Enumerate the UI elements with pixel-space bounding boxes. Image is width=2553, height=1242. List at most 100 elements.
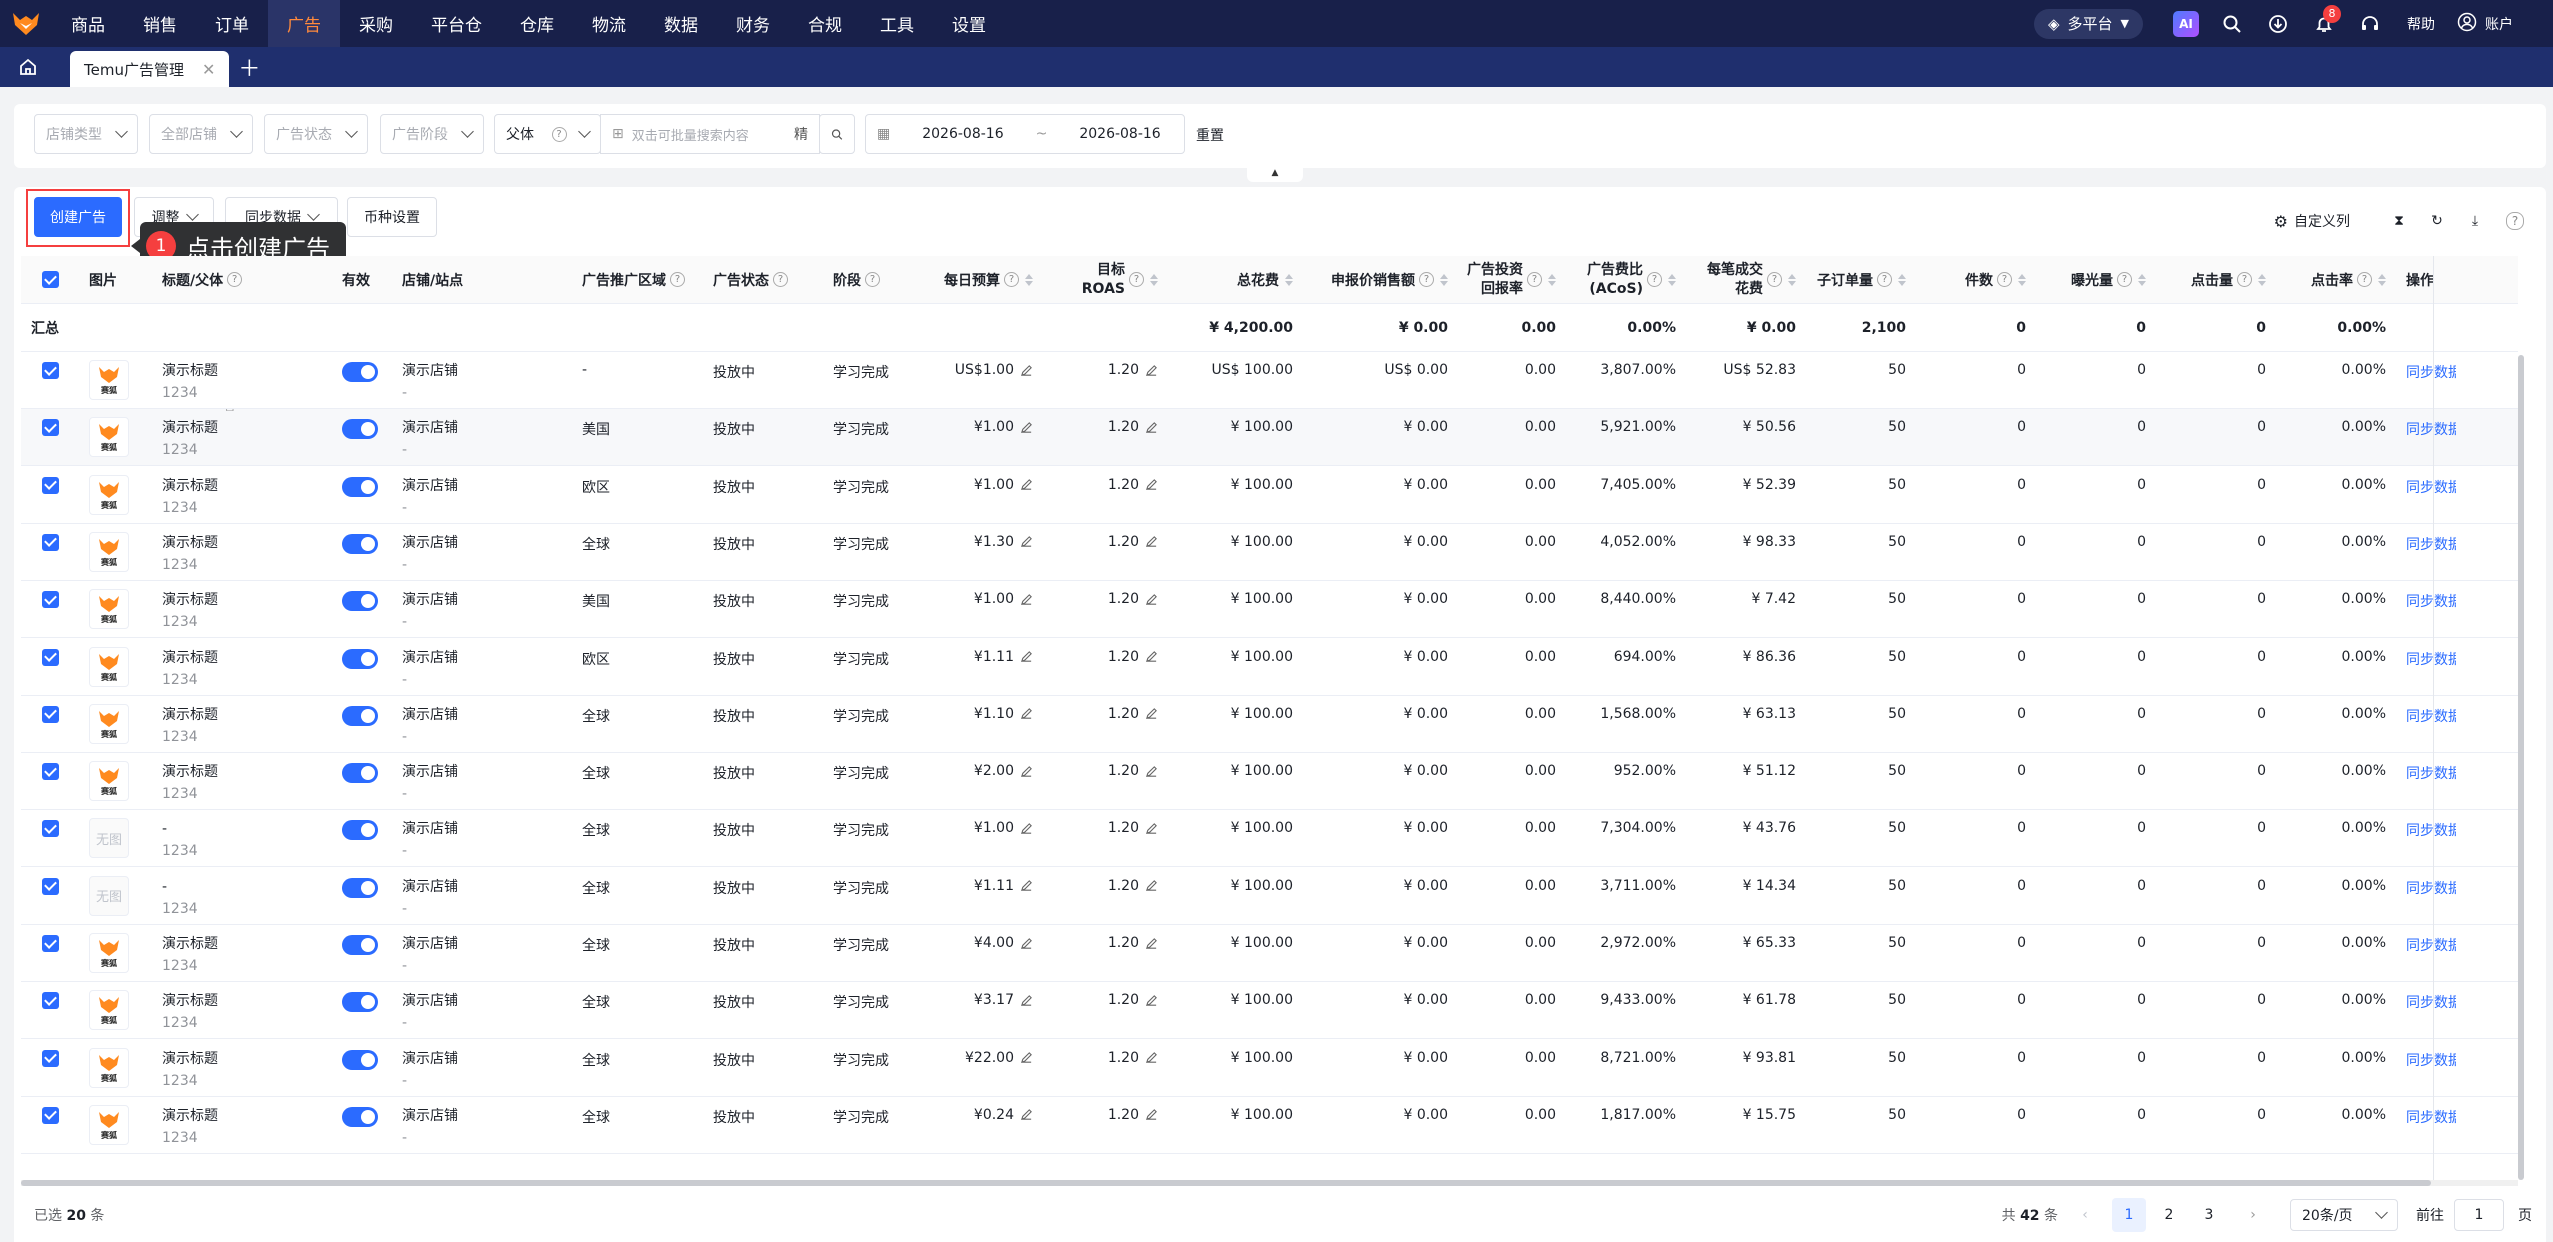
col-budget[interactable]: 每日预算? [928, 256, 1043, 303]
table-row[interactable]: 赛狐 演示标题 1234 演示店铺 - - 投放中 学习完成 US$1.00 1.20 US$ 10… [21, 352, 2518, 409]
search-input[interactable]: ⊞ 双击可批量搜索内容 精 [600, 114, 820, 154]
shop-type-select[interactable]: 店铺类型 [34, 114, 138, 154]
search-button[interactable] [819, 114, 855, 154]
row-checkbox[interactable] [41, 591, 59, 609]
menu-item[interactable]: 数据 [645, 0, 717, 47]
table-row[interactable]: 无图 - 1234 演示店铺 - 全球 投放中 学习完成 ¥1.00 1.20 ¥ 100.00 ¥ … [21, 810, 2518, 868]
export-icon[interactable]: ⤓ [2456, 198, 2494, 245]
col-acos[interactable]: 广告费比 (ACoS)? [1566, 256, 1686, 303]
menu-item[interactable]: 设置 [933, 0, 1005, 47]
valid-toggle[interactable] [342, 362, 378, 382]
table-row[interactable]: 赛狐 演示标题 1234 演示店铺 - 全球 投放中 学习完成 ¥2.00 1.20 ¥ 100.0… [21, 753, 2518, 811]
prev-page-button[interactable]: ‹ [2068, 1198, 2102, 1232]
menu-item[interactable]: 订单 [196, 0, 268, 47]
product-thumbnail[interactable]: 赛狐 [89, 417, 129, 458]
next-page-button[interactable]: › [2236, 1198, 2270, 1232]
col-roas[interactable]: 目标 ROAS? [1043, 256, 1168, 303]
sync-data-link[interactable]: 同步数据 [2406, 1107, 2456, 1127]
parent-select[interactable]: 父体? [494, 114, 601, 154]
custom-columns-button[interactable]: ⚙ 自定义列 [2274, 211, 2350, 231]
menu-item[interactable]: 商品 [52, 0, 124, 47]
col-sales[interactable]: 申报价销售额? [1303, 256, 1458, 303]
menu-item[interactable]: 合规 [789, 0, 861, 47]
menu-item[interactable]: 销售 [124, 0, 196, 47]
goto-page-input[interactable]: 1 [2454, 1199, 2504, 1231]
row-checkbox[interactable] [41, 533, 59, 551]
product-thumbnail[interactable]: 赛狐 [89, 990, 129, 1031]
valid-toggle[interactable] [342, 1106, 378, 1127]
vertical-scrollbar[interactable] [2518, 355, 2524, 1180]
sync-data-link[interactable]: 同步数据 [2406, 362, 2456, 382]
sync-data-link[interactable]: 同步数据 [2406, 763, 2456, 783]
valid-toggle[interactable] [342, 877, 378, 898]
exact-toggle[interactable]: 精 [794, 124, 808, 144]
product-thumbnail[interactable]: 赛狐 [89, 1104, 129, 1145]
valid-toggle[interactable] [342, 533, 378, 554]
collapse-filter-button[interactable]: ▲ [1247, 168, 1303, 182]
help-link[interactable]: 帮助 [2407, 14, 2435, 34]
product-thumbnail[interactable]: 赛狐 [89, 360, 129, 400]
horizontal-scrollbar[interactable] [21, 1180, 2518, 1186]
refresh-icon[interactable]: ↻ [2418, 198, 2456, 245]
add-tab-button[interactable]: ＋ [229, 47, 269, 87]
col-cpa[interactable]: 每笔成交 花费? [1686, 256, 1806, 303]
table-row[interactable]: 赛狐 演示标题 1234 ⧉ 演示店铺 - 美国 投放中 学习完成 ¥1.00 1.20 ¥ 100.… [21, 409, 2518, 467]
menu-item[interactable]: 平台仓 [412, 0, 501, 47]
sync-data-link[interactable]: 同步数据 [2406, 534, 2456, 554]
table-row[interactable]: 赛狐 演示标题 1234 演示店铺 - 全球 投放中 学习完成 ¥22.00 1.20 ¥ 100.… [21, 1040, 2518, 1097]
col-spend[interactable]: 总花费 [1168, 256, 1303, 303]
table-row[interactable]: 赛狐 演示标题 1234 演示店铺 - 全球 投放中 学习完成 ¥3.17 1.20 ¥ 100.0… [21, 982, 2518, 1040]
close-icon[interactable]: ✕ [202, 60, 215, 79]
download-icon[interactable] [2255, 0, 2301, 47]
row-checkbox[interactable] [41, 877, 59, 895]
valid-toggle[interactable] [342, 935, 378, 955]
col-impressions[interactable]: 曝光量? [2036, 256, 2156, 303]
valid-toggle[interactable] [342, 648, 378, 669]
row-checkbox[interactable] [41, 820, 59, 838]
row-checkbox[interactable] [41, 1049, 59, 1067]
tab-temu-ads[interactable]: Temu广告管理 ✕ [70, 51, 230, 87]
menu-item[interactable]: 物流 [573, 0, 645, 47]
table-row[interactable]: 赛狐 演示标题 1234 演示店铺 - 全球 投放中 学习完成 ¥1.30 1.20 ¥ 100.0… [21, 524, 2518, 581]
valid-toggle[interactable] [342, 419, 378, 440]
product-thumbnail[interactable]: 赛狐 [89, 589, 129, 630]
account-menu[interactable]: 账户 [2457, 12, 2513, 36]
menu-item[interactable]: 采购 [340, 0, 412, 47]
sync-data-link[interactable]: 同步数据 [2406, 935, 2456, 955]
valid-toggle[interactable] [342, 820, 378, 841]
currency-settings-button[interactable]: 币种设置 [347, 197, 437, 237]
ai-icon[interactable]: AI [2163, 0, 2209, 47]
row-checkbox[interactable] [41, 362, 59, 379]
sync-data-link[interactable]: 同步数据 [2406, 820, 2456, 840]
search-icon[interactable] [2209, 0, 2255, 47]
valid-toggle[interactable] [342, 591, 378, 612]
table-row[interactable]: 赛狐 演示标题 1234 演示店铺 - 欧区 投放中 学习完成 ¥1.00 1.20 ¥ 100.0… [21, 467, 2518, 524]
row-checkbox[interactable] [41, 935, 59, 952]
hourglass-icon[interactable]: ⧗ [2380, 198, 2418, 245]
table-row[interactable]: 赛狐 演示标题 1234 演示店铺 - 全球 投放中 学习完成 ¥1.10 1.20 ¥ 100.0… [21, 696, 2518, 753]
sync-data-link[interactable]: 同步数据 [2406, 419, 2456, 439]
reset-button[interactable]: 重置 [1196, 125, 1224, 145]
product-thumbnail[interactable]: 赛狐 [89, 703, 129, 744]
app-logo[interactable] [0, 0, 52, 47]
menu-item[interactable]: 工具 [861, 0, 933, 47]
sync-data-link[interactable]: 同步数据 [2406, 1050, 2456, 1070]
row-checkbox[interactable] [41, 648, 59, 666]
row-checkbox[interactable] [41, 476, 59, 494]
product-thumbnail[interactable]: 赛狐 [89, 531, 129, 572]
sync-data-link[interactable]: 同步数据 [2406, 591, 2456, 611]
sync-data-link[interactable]: 同步数据 [2406, 992, 2456, 1012]
row-checkbox[interactable] [41, 1106, 59, 1124]
home-icon[interactable] [0, 47, 56, 87]
product-thumbnail[interactable]: 赛狐 [89, 646, 129, 687]
sync-data-link[interactable]: 同步数据 [2406, 878, 2456, 898]
col-clicks[interactable]: 点击量? [2156, 256, 2276, 303]
row-checkbox[interactable] [41, 992, 59, 1010]
sync-data-link[interactable]: 同步数据 [2406, 706, 2456, 726]
valid-toggle[interactable] [342, 476, 378, 497]
menu-item[interactable]: 财务 [717, 0, 789, 47]
col-roi[interactable]: 广告投资 回报率? [1458, 256, 1566, 303]
product-thumbnail[interactable]: 赛狐 [89, 933, 129, 973]
row-checkbox[interactable] [41, 763, 59, 781]
page-1-button[interactable]: 1 [2112, 1198, 2146, 1232]
